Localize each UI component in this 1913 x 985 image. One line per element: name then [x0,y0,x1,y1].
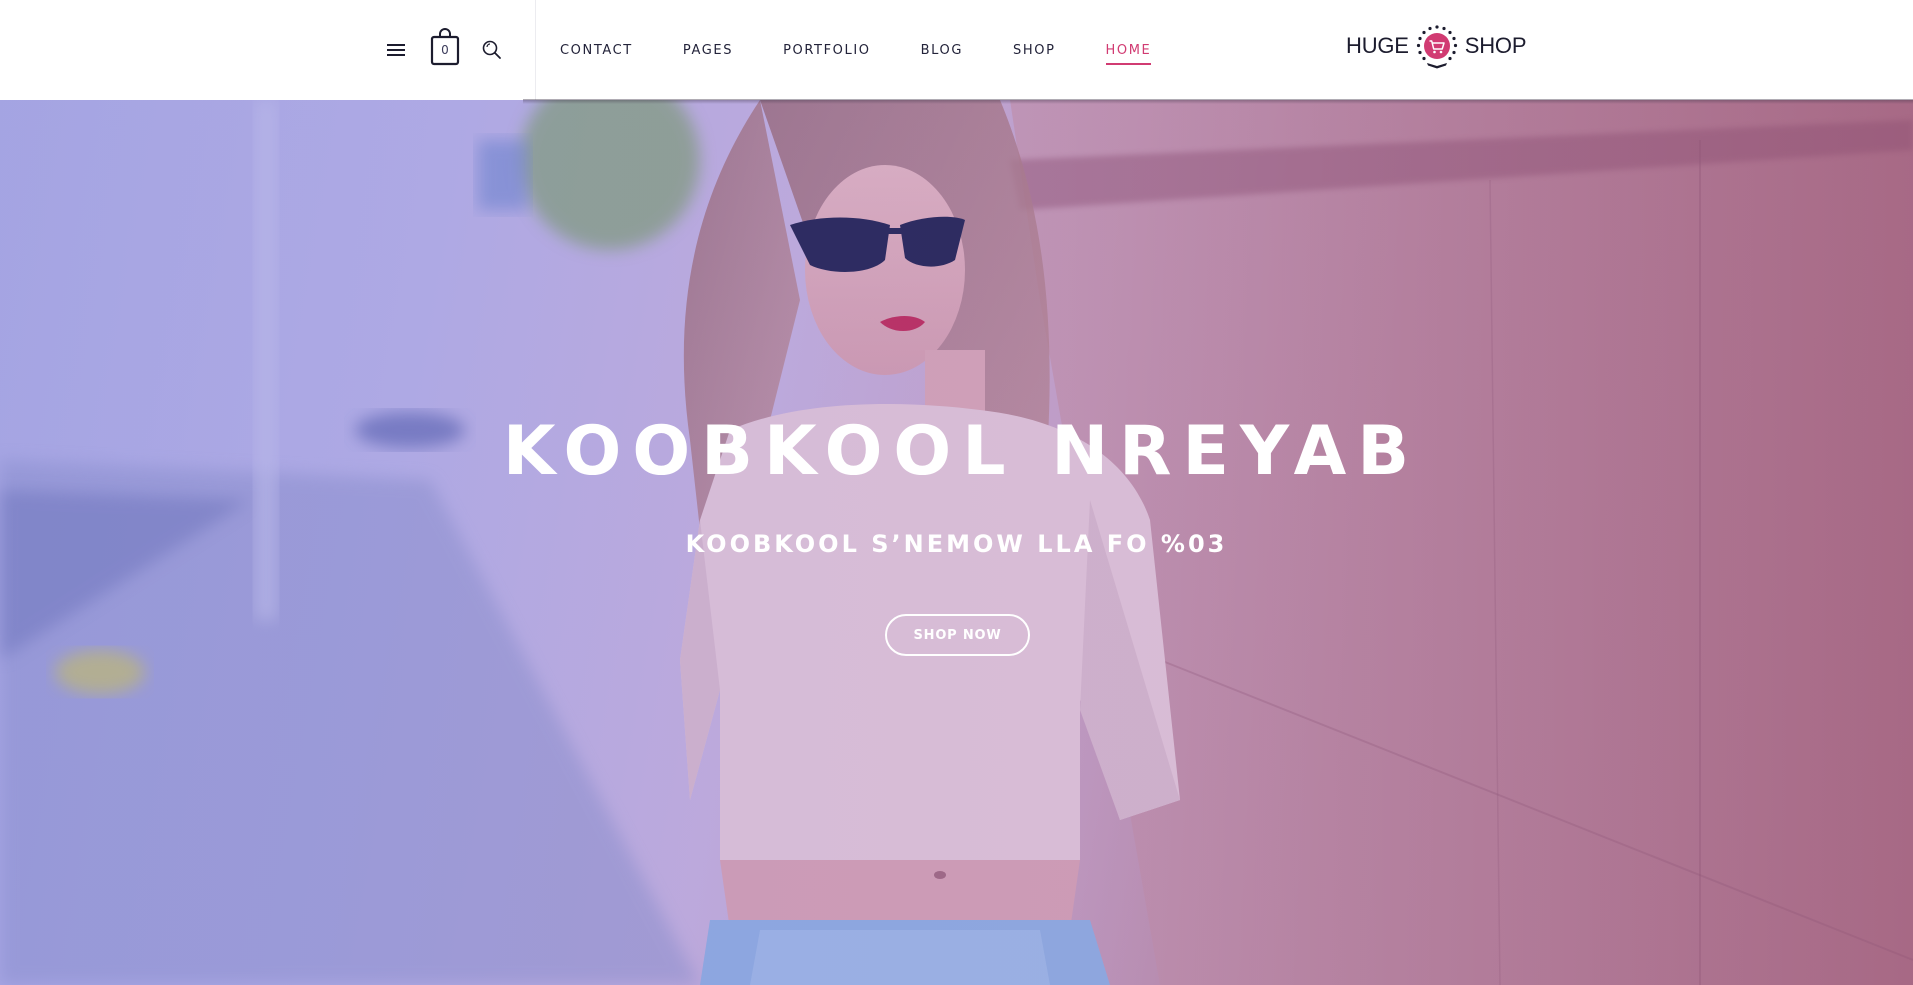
hamburger-menu-icon[interactable] [384,40,408,60]
logo-text-left: HUGE [1346,33,1409,58]
nav-item-portfolio[interactable]: PORTFOLIO [783,39,871,62]
hero-slider: KOOBKOOL NREYAB KOOBKOOL S’NEMOW LLA FO … [0,100,1913,985]
header-shadow [523,99,1913,104]
header-divider [535,0,536,100]
nav-item-blog[interactable]: BLOG [921,39,963,62]
hero-title: KOOBKOOL NREYAB [502,412,1421,491]
cart-count: 0 [441,43,449,57]
search-icon [482,40,501,59]
logo-text-right: SHOP [1464,33,1527,58]
nav-item-home[interactable]: HOME [1105,39,1152,65]
shop-now-button[interactable]: SHOP NOW [885,614,1030,656]
cart-button[interactable]: 0 [429,27,461,67]
nav-item-pages[interactable]: PAGES [683,39,733,62]
search-button[interactable] [479,37,505,63]
hero-subtitle: KOOBKOOL S’NEMOW LLA FO %03 [685,530,1228,558]
nav-item-contact[interactable]: CONTACT [560,39,633,62]
site-header: 0 CONTACT PAGES PORTFOLIO BLOG SHOP HOME… [0,0,1913,100]
nav-item-shop[interactable]: SHOP [1013,39,1056,62]
site-logo[interactable]: HUGE SHOP [1346,22,1527,70]
main-nav: CONTACT PAGES PORTFOLIO BLOG SHOP HOME [560,0,1201,100]
shopping-cart-emblem-icon [1416,25,1457,69]
